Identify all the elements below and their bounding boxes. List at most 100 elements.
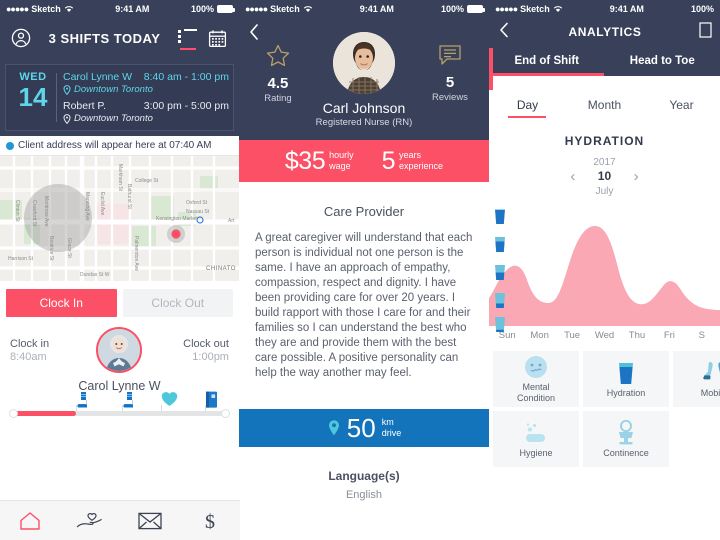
share-icon[interactable] — [699, 21, 712, 43]
shift-time-range: 3:00 pm - 5:00 pm — [143, 100, 229, 112]
book-icon[interactable] — [205, 391, 221, 409]
boot-icon[interactable] — [76, 391, 92, 409]
date-prev-button[interactable]: ‹ — [570, 168, 575, 185]
wage-amount: $35 — [284, 146, 326, 175]
caregiver-profile-screen: ●●●●● Sketch 9:41 AM 100% 4.5 Rating Car… — [238, 0, 489, 540]
shift-row[interactable]: Robert P. 3:00 pm - 5:00 pm Downtown Tor… — [63, 100, 229, 124]
chart-y-axis-glasses — [493, 206, 511, 332]
progress-track[interactable] — [9, 405, 230, 418]
back-button[interactable] — [497, 21, 511, 44]
map-view[interactable]: Kensington Market CHINATO College St Oxf… — [0, 156, 239, 281]
reviews-stat[interactable]: 5 Reviews — [419, 32, 481, 103]
progress-tick — [121, 405, 123, 411]
caregiver-bio: A great caregiver will understand that e… — [254, 232, 473, 379]
back-button[interactable] — [247, 22, 263, 42]
map-district-label: CHINATO — [206, 266, 236, 272]
progress-end-handle[interactable] — [220, 409, 230, 418]
reviews-label: Reviews — [432, 92, 468, 103]
shift-card-container: WED 14 Carol Lynne W 8:40 am - 1:00 pm D… — [0, 58, 239, 136]
profile-stats: 4.5 Rating Carl Johnson Registered Nurse… — [239, 22, 489, 128]
wage-unit-line2: wage — [329, 161, 351, 171]
signal-dots-icon: ●●●●● — [494, 4, 518, 14]
list-view-icon[interactable] — [177, 27, 199, 50]
shift-client-name: Carol Lynne W — [63, 71, 133, 83]
map-street-label: College St — [135, 178, 159, 184]
reviews-count: 5 — [445, 74, 455, 91]
tab-head-to-toe[interactable]: Head to Toe — [605, 46, 720, 76]
hydration-area-chart — [488, 226, 720, 326]
shift-location-line: Downtown Toronto — [63, 84, 229, 95]
date-month: July — [595, 186, 614, 197]
profile-identity: Carl Johnson Registered Nurse (RN) — [309, 32, 419, 128]
date-stepper: ‹ 2017 10 July › — [489, 154, 720, 198]
map-street-label: Manning Ave — [84, 192, 90, 221]
shift-location-label: Downtown Toronto — [74, 84, 153, 95]
water-glass-icon-low — [493, 316, 507, 333]
map-street-label: Beatrice St — [48, 236, 54, 261]
care-card-mobility[interactable]: Mobility — [672, 351, 720, 407]
tab-bar: $ — [0, 500, 240, 540]
drive-distance-unit: km drive — [382, 417, 402, 439]
shift-location-line: Downtown Toronto — [63, 113, 229, 124]
shift-location-label: Downtown Toronto — [74, 113, 153, 124]
carrier-label: Sketch — [270, 4, 300, 14]
calendar-icon[interactable] — [207, 27, 229, 49]
battery-icon — [216, 5, 235, 13]
map-street-label: Montrose Ave — [43, 196, 49, 227]
person-circle-icon[interactable] — [10, 27, 32, 49]
progress-tick — [161, 405, 163, 411]
analytics-screen: ●●●●● Sketch 9:41 AM 100% ANALYTICS End … — [488, 0, 720, 540]
face-icon — [522, 354, 550, 380]
divider — [56, 73, 57, 122]
caregiver-photo — [332, 32, 395, 94]
wifi-icon — [303, 6, 312, 12]
date-next-button[interactable]: › — [634, 168, 639, 185]
period-day[interactable]: Day — [489, 98, 566, 118]
date-display: 2017 10 July — [593, 154, 615, 198]
shift-card[interactable]: WED 14 Carol Lynne W 8:40 am - 1:00 pm D… — [5, 64, 234, 131]
status-bar: ●●●●● Sketch 9:41 AM 100% — [488, 0, 720, 18]
progress-fill — [10, 411, 76, 416]
care-card-label: Mobility — [700, 387, 720, 398]
tab-active-underline — [488, 73, 605, 76]
progress-tick — [75, 405, 77, 411]
care-card-label: Hydration — [606, 387, 646, 398]
care-card-hydration[interactable]: Hydration — [582, 351, 669, 407]
caregiver-role: Registered Nurse (RN) — [315, 117, 413, 128]
clock-out-button[interactable]: Clock Out — [122, 289, 233, 317]
map-street-label: Clinton St — [14, 200, 20, 222]
years-experience: 5 years experience — [382, 147, 443, 176]
tab-end-of-shift[interactable]: End of Shift — [489, 46, 605, 76]
shift-row[interactable]: Carol Lynne W 8:40 am - 1:00 pm Downtown… — [63, 71, 229, 95]
tab-payments[interactable]: $ — [180, 510, 240, 532]
tab-care[interactable] — [60, 511, 120, 531]
tab-messages[interactable] — [120, 512, 180, 530]
heart-icon[interactable] — [161, 391, 178, 409]
clock-label: 9:41 AM — [609, 4, 644, 14]
home-icon — [20, 511, 40, 530]
dollar-icon: $ — [205, 511, 215, 532]
years-unit: years experience — [399, 150, 443, 172]
profile-hero: 4.5 Rating Carl Johnson Registered Nurse… — [238, 18, 489, 140]
status-bar-right: 100% — [441, 4, 485, 14]
clock-in-button[interactable]: Clock In — [6, 289, 117, 317]
care-card-continence[interactable]: Continence — [582, 411, 669, 467]
x-label: Mon — [530, 330, 549, 341]
drive-unit-line1: km — [381, 417, 394, 427]
date-day: 10 — [597, 169, 612, 183]
care-card-mental-condition[interactable]: Mental Condition — [492, 351, 579, 407]
period-month[interactable]: Month — [566, 98, 643, 118]
signal-dots-icon: ●●●●● — [244, 4, 268, 14]
progress-tick — [204, 405, 206, 411]
map-street-label: Palmerston Ave — [133, 236, 139, 271]
soap-bubbles-icon — [522, 420, 550, 446]
care-card-hygiene[interactable]: Hygiene — [492, 411, 579, 467]
care-card-label: Continence — [603, 447, 649, 458]
boot-icon[interactable] — [122, 391, 138, 409]
tab-home[interactable] — [0, 511, 60, 531]
progress-start-handle[interactable] — [9, 409, 18, 418]
x-label: Tue — [564, 330, 581, 341]
location-pin-icon — [63, 84, 71, 95]
drive-distance-value: 50 — [346, 412, 376, 443]
period-year[interactable]: Year — [643, 98, 720, 118]
